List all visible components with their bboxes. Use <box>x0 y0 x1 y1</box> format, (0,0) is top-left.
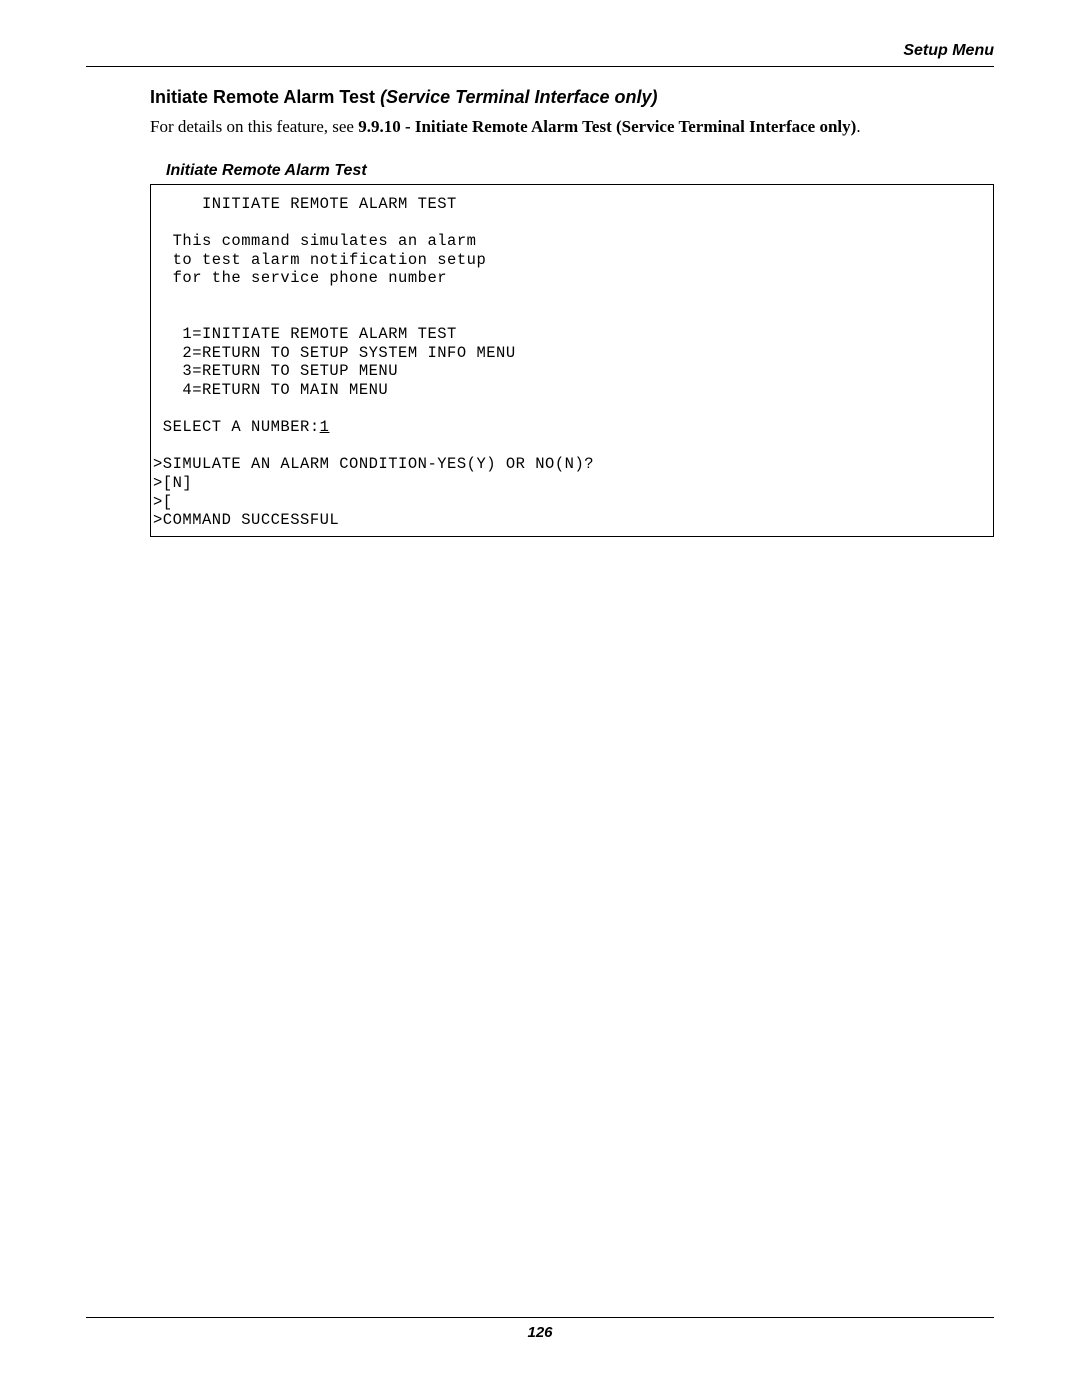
para-tail: . <box>856 117 860 136</box>
term-opt-2: 2=RETURN TO SETUP SYSTEM INFO MENU <box>153 344 991 363</box>
term-prompt-2: >[N] <box>153 474 991 493</box>
intro-paragraph: For details on this feature, see 9.9.10 … <box>150 116 994 138</box>
page-number: 126 <box>527 1324 552 1341</box>
para-lead: For details on this feature, see <box>150 117 358 136</box>
term-select-row: SELECT A NUMBER:1 <box>153 418 991 437</box>
term-header: INITIATE REMOTE ALARM TEST <box>153 195 991 214</box>
header-rule: Setup Menu <box>86 50 994 67</box>
term-prompt-1: >SIMULATE AN ALARM CONDITION-YES(Y) OR N… <box>153 455 991 474</box>
section-heading: Initiate Remote Alarm Test (Service Term… <box>150 87 994 108</box>
page: Setup Menu Initiate Remote Alarm Test (S… <box>0 0 1080 1397</box>
term-desc-1: This command simulates an alarm <box>153 232 991 251</box>
term-opt-1: 1=INITIATE REMOTE ALARM TEST <box>153 325 991 344</box>
section-heading-plain: Initiate Remote Alarm Test <box>150 87 380 107</box>
footer: 126 <box>86 1317 994 1341</box>
term-select-value: 1 <box>320 418 330 436</box>
term-select-label: SELECT A NUMBER: <box>153 418 320 436</box>
term-desc-2: to test alarm notification setup <box>153 251 991 270</box>
header-title: Setup Menu <box>903 42 994 60</box>
content-area: Initiate Remote Alarm Test (Service Term… <box>86 67 994 537</box>
term-prompt-3: >[ <box>153 493 991 512</box>
para-bold-ref: 9.9.10 - Initiate Remote Alarm Test (Ser… <box>358 117 856 136</box>
term-result: >COMMAND SUCCESSFUL <box>153 511 991 530</box>
term-opt-4: 4=RETURN TO MAIN MENU <box>153 381 991 400</box>
terminal-box: INITIATE REMOTE ALARM TEST This command … <box>150 184 994 537</box>
term-desc-3: for the service phone number <box>153 269 991 288</box>
term-opt-3: 3=RETURN TO SETUP MENU <box>153 362 991 381</box>
section-heading-italic: (Service Terminal Interface only) <box>380 87 657 107</box>
terminal-box-title: Initiate Remote Alarm Test <box>166 162 994 180</box>
